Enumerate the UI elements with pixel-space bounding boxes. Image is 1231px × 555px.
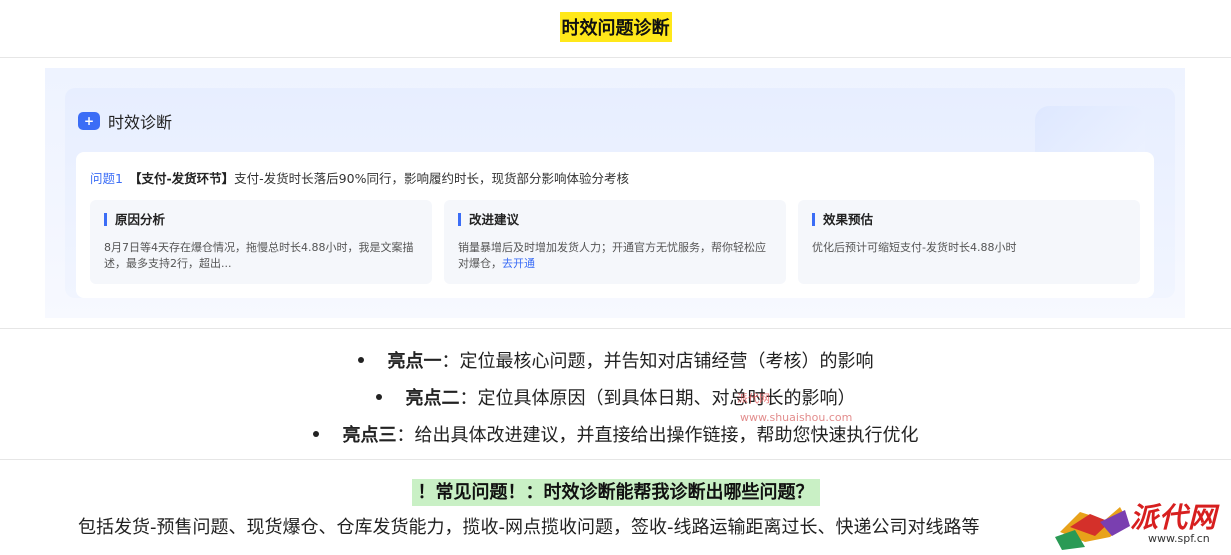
cause-analysis-body: 8月7日等4天存在爆仓情况，拖慢总时长4.88小时，我是文案描述，最多支持2行，… bbox=[104, 241, 414, 270]
logo-url: www.spf.cn bbox=[1148, 532, 1210, 545]
page-title: 时效问题诊断 bbox=[559, 12, 672, 42]
bullet-icon bbox=[375, 394, 382, 400]
faq-row: ！常见问题！：时效诊断能帮我诊断出哪些问题？ 包括发货-预售问题、现货爆仓、仓库… bbox=[0, 459, 1231, 555]
faq-question-wrap: ！常见问题！：时效诊断能帮我诊断出哪些问题？ bbox=[0, 478, 1231, 506]
highlight-item: 亮点一：定位最核心问题，并告知对店铺经营（考核）的影响 bbox=[0, 343, 1231, 380]
highlight-text: ：定位最核心问题，并告知对店铺经营（考核）的影响 bbox=[441, 351, 874, 372]
faq-answer: 包括发货-预售问题、现货爆仓、仓库发货能力，揽收-网点揽收问题，签收-线路运输距… bbox=[78, 517, 980, 538]
highlight-label: 亮点二 bbox=[405, 388, 460, 409]
issue-tag: 【支付-发货环节】 bbox=[128, 171, 235, 186]
effect-estimate-title: 效果预估 bbox=[812, 213, 873, 226]
highlights-list: 亮点一：定位最核心问题，并告知对店铺经营（考核）的影响 亮点二：定位具体原因（到… bbox=[0, 343, 1231, 454]
improvement-title: 改进建议 bbox=[458, 213, 519, 226]
highlights-row: 亮点一：定位最核心问题，并告知对店铺经营（考核）的影响 亮点二：定位具体原因（到… bbox=[0, 328, 1231, 459]
issue-text: 支付-发货时长落后90%同行，影响履约时长，现货部分影响体验分考核 bbox=[234, 171, 629, 186]
issue-line: 问题1 【支付-发货环节】支付-发货时长落后90%同行，影响履约时长，现货部分影响… bbox=[90, 168, 629, 187]
cause-analysis-card: 原因分析 8月7日等4天存在爆仓情况，拖慢总时长4.88小时，我是文案描述，最多… bbox=[90, 200, 432, 284]
screenshot-row: + 时效诊断 问题1 【支付-发货环节】支付-发货时长落后90%同行，影响履约时长… bbox=[0, 57, 1231, 328]
bullet-icon bbox=[312, 431, 319, 437]
highlight-label: 亮点一 bbox=[387, 351, 442, 372]
activate-link[interactable]: 去开通 bbox=[502, 257, 535, 270]
diagnosis-screenshot: + 时效诊断 问题1 【支付-发货环节】支付-发货时长落后90%同行，影响履约时长… bbox=[45, 68, 1185, 318]
cause-analysis-title: 原因分析 bbox=[104, 213, 165, 226]
watermark-text: 派代网 bbox=[737, 392, 770, 405]
card-header: + 时效诊断 bbox=[78, 109, 172, 133]
effect-estimate-card: 效果预估 优化后预计可缩短支付-发货时长4.88小时 bbox=[798, 200, 1140, 284]
improvement-card: 改进建议 销量暴增后及时增加发货人力；开通官方无忧服务，帮你轻松应对爆仓，去开通 bbox=[444, 200, 786, 284]
highlight-item: 亮点二：定位具体原因（到具体日期、对总时长的影响） bbox=[0, 380, 1231, 417]
issue-number: 问题1 bbox=[90, 171, 123, 186]
highlight-text: ：定位具体原因（到具体日期、对总时长的影响） bbox=[459, 388, 856, 409]
issue-panel: 问题1 【支付-发货环节】支付-发货时长落后90%同行，影响履约时长，现货部分影响… bbox=[76, 152, 1154, 298]
highlight-item: 亮点三：给出具体改进建议，并直接给出操作链接，帮助您快速执行优化 bbox=[0, 417, 1231, 454]
section-title-row: 时效问题诊断 bbox=[0, 0, 1231, 57]
highlight-text: ：给出具体改进建议，并直接给出操作链接，帮助您快速执行优化 bbox=[396, 425, 919, 446]
highlight-label: 亮点三 bbox=[342, 425, 397, 446]
effect-estimate-body: 优化后预计可缩短支付-发货时长4.88小时 bbox=[812, 241, 1017, 254]
logo-text: 派代网 bbox=[1130, 501, 1218, 534]
improvement-body-wrap: 销量暴增后及时增加发货人力；开通官方无忧服务，帮你轻松应对爆仓，去开通 bbox=[458, 240, 776, 272]
plus-icon: + bbox=[78, 112, 100, 130]
card-title: 时效诊断 bbox=[108, 113, 173, 132]
faq-question: ！常见问题！：时效诊断能帮我诊断出哪些问题？ bbox=[411, 479, 820, 506]
bullet-icon bbox=[357, 357, 364, 363]
watermark-url: www.shuaishou.com bbox=[740, 411, 853, 424]
